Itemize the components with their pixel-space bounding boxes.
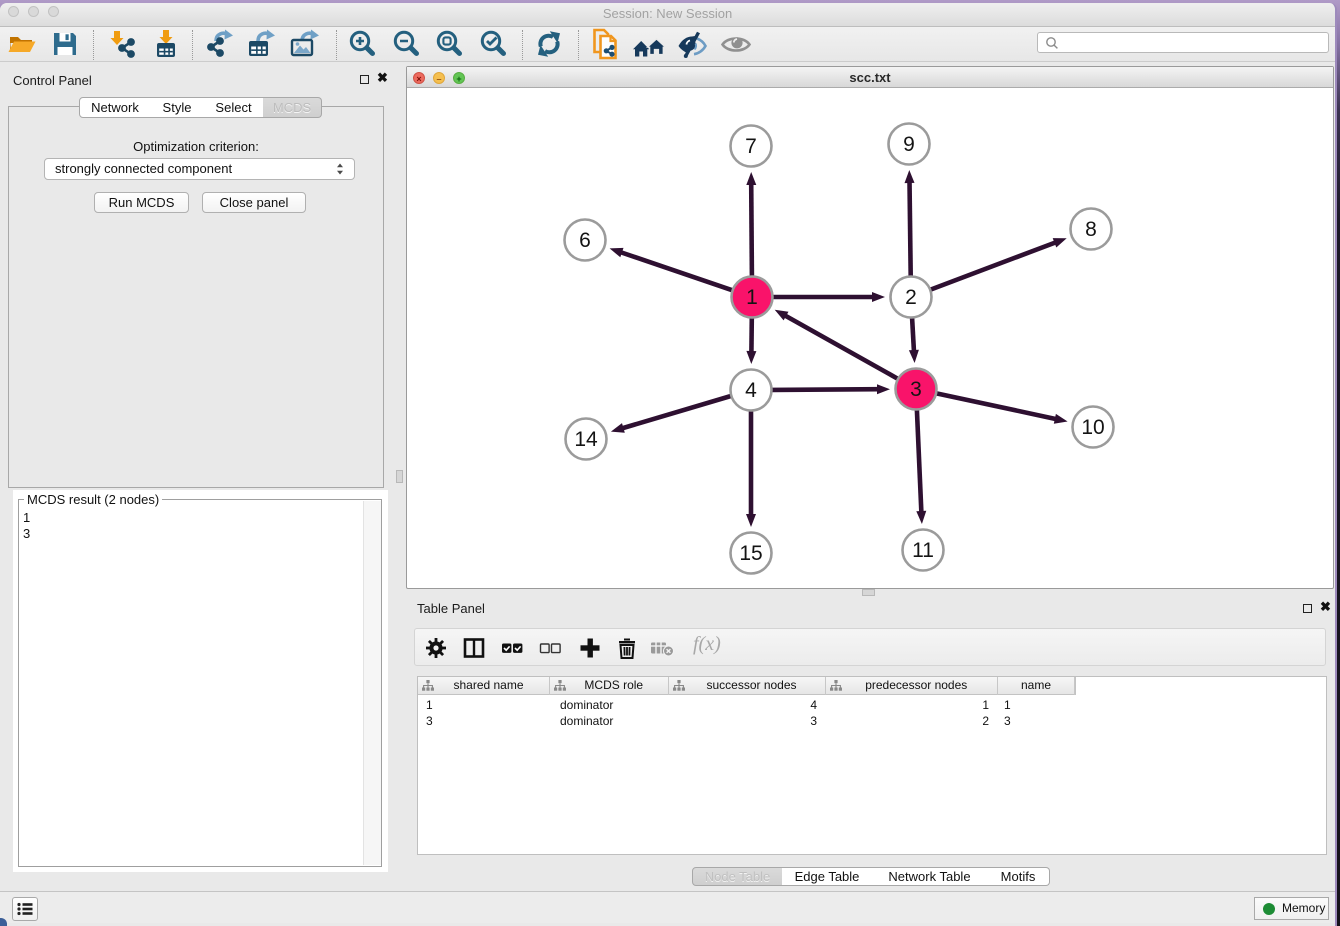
- svg-text:15: 15: [739, 542, 762, 565]
- svg-text:8: 8: [1085, 218, 1097, 241]
- svg-text:9: 9: [903, 133, 915, 156]
- svg-text:4: 4: [745, 379, 757, 402]
- svg-text:2: 2: [905, 286, 917, 309]
- svg-text:7: 7: [745, 135, 757, 158]
- svg-text:10: 10: [1081, 416, 1104, 439]
- svg-text:3: 3: [910, 378, 922, 401]
- svg-text:14: 14: [574, 428, 598, 451]
- svg-text:1: 1: [746, 286, 758, 309]
- svg-text:6: 6: [579, 229, 591, 252]
- svg-text:11: 11: [912, 539, 934, 562]
